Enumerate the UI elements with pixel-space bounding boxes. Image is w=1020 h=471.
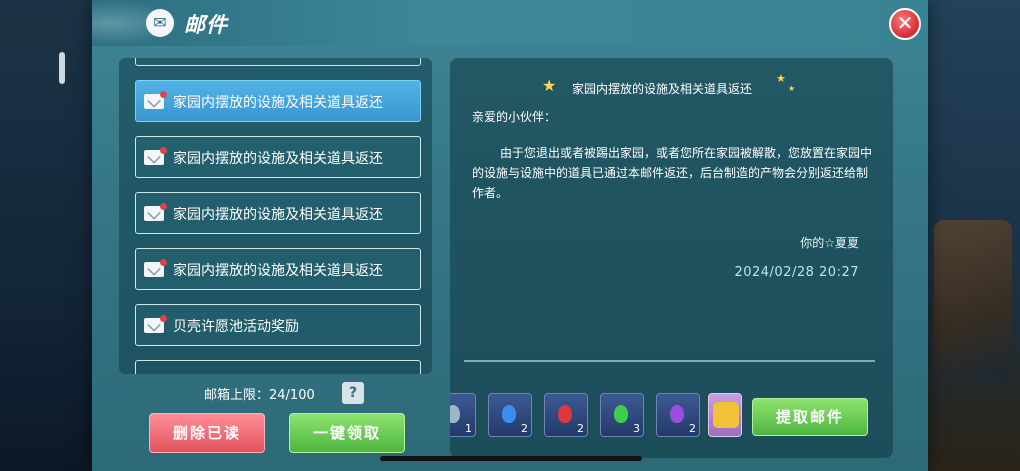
star-icon: ★ xyxy=(776,72,786,85)
mail-item-label: 家园内摆放的设施及相关道具返还 xyxy=(173,207,383,223)
mail-item-label: 贝壳许愿池活动奖励 xyxy=(173,319,299,335)
mail-greeting: 亲爱的小伙伴： xyxy=(472,110,557,124)
mail-item-label: 家园内摆放的设施及相关道具返还 xyxy=(173,263,383,279)
envelope-icon xyxy=(144,259,167,277)
blue-crystal-icon xyxy=(502,405,516,423)
attachment-qty: 2 xyxy=(577,422,584,435)
mail-item-3[interactable]: 家园内摆放的设施及相关道具返还 xyxy=(135,192,421,234)
mail-item-2[interactable]: 家园内摆放的设施及相关道具返还 xyxy=(135,136,421,178)
help-button[interactable]: ? xyxy=(342,382,364,404)
mail-item-4[interactable]: 家园内摆放的设施及相关道具返还 xyxy=(135,248,421,290)
list-item-peek-bottom[interactable] xyxy=(135,360,421,374)
attachment-slot-3[interactable]: 2 xyxy=(544,393,588,437)
envelope-icon xyxy=(144,315,167,333)
home-indicator[interactable] xyxy=(380,456,642,461)
purple-crystal-icon xyxy=(670,405,684,423)
window-title: 邮件 xyxy=(184,13,228,37)
attachment-qty: 2 xyxy=(521,422,528,435)
green-crystal-icon xyxy=(614,405,628,423)
side-handle[interactable] xyxy=(59,52,65,84)
mail-body: 由于您退出或者被踢出家园，或者您所在家园被解散，您放置在家园中的设施与设施中的道… xyxy=(472,146,873,200)
list-item-peek-top[interactable] xyxy=(135,58,421,66)
claim-all-button[interactable]: 一键领取 xyxy=(289,413,405,453)
mail-item-label: 家园内摆放的设施及相关道具返还 xyxy=(173,95,383,111)
extract-mail-button[interactable]: 提取邮件 xyxy=(752,398,868,436)
attachment-slot-5[interactable]: 2 xyxy=(656,393,700,437)
mail-signature: 你的☆夏夏 xyxy=(800,236,859,250)
star-icon: ★ xyxy=(788,84,796,93)
title-bar: ✉ 邮件 ✕ xyxy=(92,0,928,46)
mail-item-label: 家园内摆放的设施及相关道具返还 xyxy=(173,151,383,167)
mail-content: ★ 家园内摆放的设施及相关道具返还 ★ ★ 亲爱的小伙伴： 由于您退出或者被踢出… xyxy=(450,58,893,458)
envelope-icon xyxy=(144,203,167,221)
background-scenery xyxy=(934,220,1012,380)
attachment-slot-1[interactable]: 1 xyxy=(450,393,476,437)
attachment-slot-2[interactable]: 2 xyxy=(488,393,532,437)
attachment-qty: 3 xyxy=(633,422,640,435)
close-button[interactable]: ✕ xyxy=(889,8,921,40)
mailbox-capacity: 邮箱上限：24/100 xyxy=(204,388,315,403)
mail-item-1[interactable]: 家园内摆放的设施及相关道具返还 xyxy=(135,80,421,122)
mail-panel: ✉ 邮件 ✕ 家园内摆放的设施及相关道具返还 家园内摆放的设施及相关道具返还 家… xyxy=(92,0,928,471)
mail-title: 家园内摆放的设施及相关道具返还 xyxy=(572,82,753,96)
delete-read-button[interactable]: 删除已读 xyxy=(149,413,265,453)
gold-badge-icon xyxy=(713,402,739,428)
mail-date: 2024/02/28 20:27 xyxy=(734,265,859,280)
envelope-icon xyxy=(144,147,167,165)
star-icon: ★ xyxy=(542,76,557,95)
mailbox-icon: ✉ xyxy=(146,9,174,37)
mail-item-5[interactable]: 贝壳许愿池活动奖励 xyxy=(135,304,421,346)
red-crystal-icon xyxy=(558,405,572,423)
mail-list[interactable]: 家园内摆放的设施及相关道具返还 家园内摆放的设施及相关道具返还 家园内摆放的设施… xyxy=(119,58,432,374)
attachment-slot-6[interactable] xyxy=(708,393,742,437)
background-left xyxy=(0,0,92,471)
close-x-icon: ✕ xyxy=(896,11,914,35)
attachment-slot-4[interactable]: 3 xyxy=(600,393,644,437)
attachment-qty: 1 xyxy=(465,422,472,435)
envelope-icon xyxy=(144,91,167,109)
divider xyxy=(464,360,875,362)
partial-item-icon xyxy=(450,405,460,423)
attachment-qty: 2 xyxy=(689,422,696,435)
